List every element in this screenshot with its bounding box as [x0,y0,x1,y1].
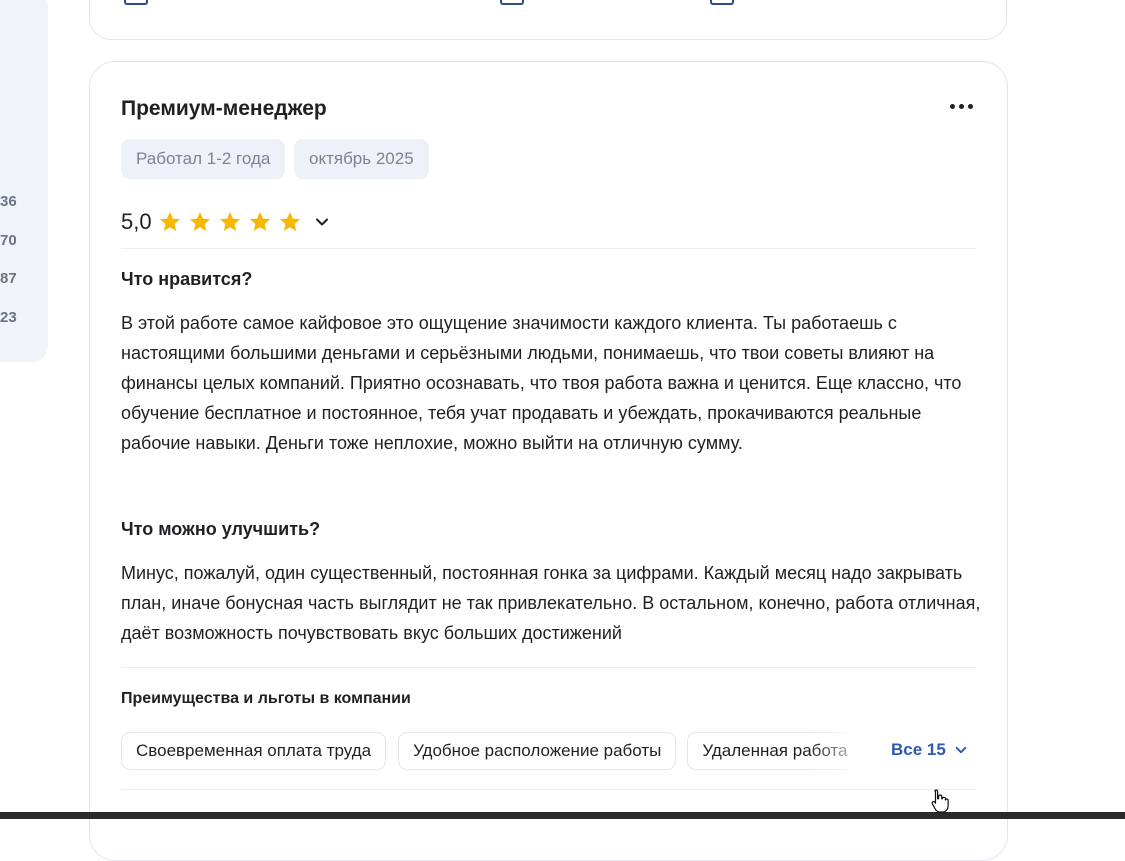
more-icon [949,103,955,109]
rating-row[interactable]: 5,0 [121,206,330,238]
previous-review-card [89,0,1007,40]
benefits-title: Преимущества и льготы в компании [121,690,411,707]
star-icon [189,212,210,231]
chevron-down-icon [955,746,967,754]
action-icon[interactable] [710,0,734,5]
star-icon [249,212,270,231]
tag-work-duration: Работал 1-2 года [121,139,286,179]
sidebar-count: 36 [0,193,17,210]
sidebar-count: 23 [0,309,17,326]
star-icon [219,212,240,231]
divider [121,789,977,790]
improve-title: Что можно улучшить? [121,519,321,539]
tag-review-date: октябрь 2025 [294,139,429,179]
more-icon [967,103,973,109]
action-icon[interactable] [124,0,148,5]
show-all-label: Все 15 [891,740,946,759]
sidebar-panel [0,0,48,362]
taskbar-edge [0,812,1125,819]
review-card: Премиум-менеджер Работал 1-2 года октябр… [89,61,1008,861]
likes-title: Что нравится? [121,269,253,289]
more-icon [958,103,964,109]
sidebar-count: 70 [0,232,17,249]
more-options-button[interactable] [946,96,976,116]
benefits-list: Своевременная оплата труда Удобное распол… [121,732,849,772]
rating-value: 5,0 [121,209,152,234]
benefit-chip: Своевременная оплата труда [121,732,387,770]
improve-text: Минус, пожалуй, один существенный, посто… [121,563,981,643]
action-icon[interactable] [500,0,524,5]
star-icon [159,212,180,231]
review-title: Премиум-менеджер [121,97,327,120]
hand-cursor-icon [931,789,949,813]
divider [121,667,977,668]
show-all-benefits-button[interactable]: Все 15 [891,740,968,760]
chips-fade [810,732,870,772]
star-icon [279,212,300,231]
sidebar-count: 87 [0,270,17,287]
likes-text: В этой работе самое кайфовое это ощущени… [121,313,962,453]
divider [121,248,977,249]
benefit-chip: Удобное расположение работы [398,732,677,770]
chevron-down-icon[interactable] [314,214,330,230]
